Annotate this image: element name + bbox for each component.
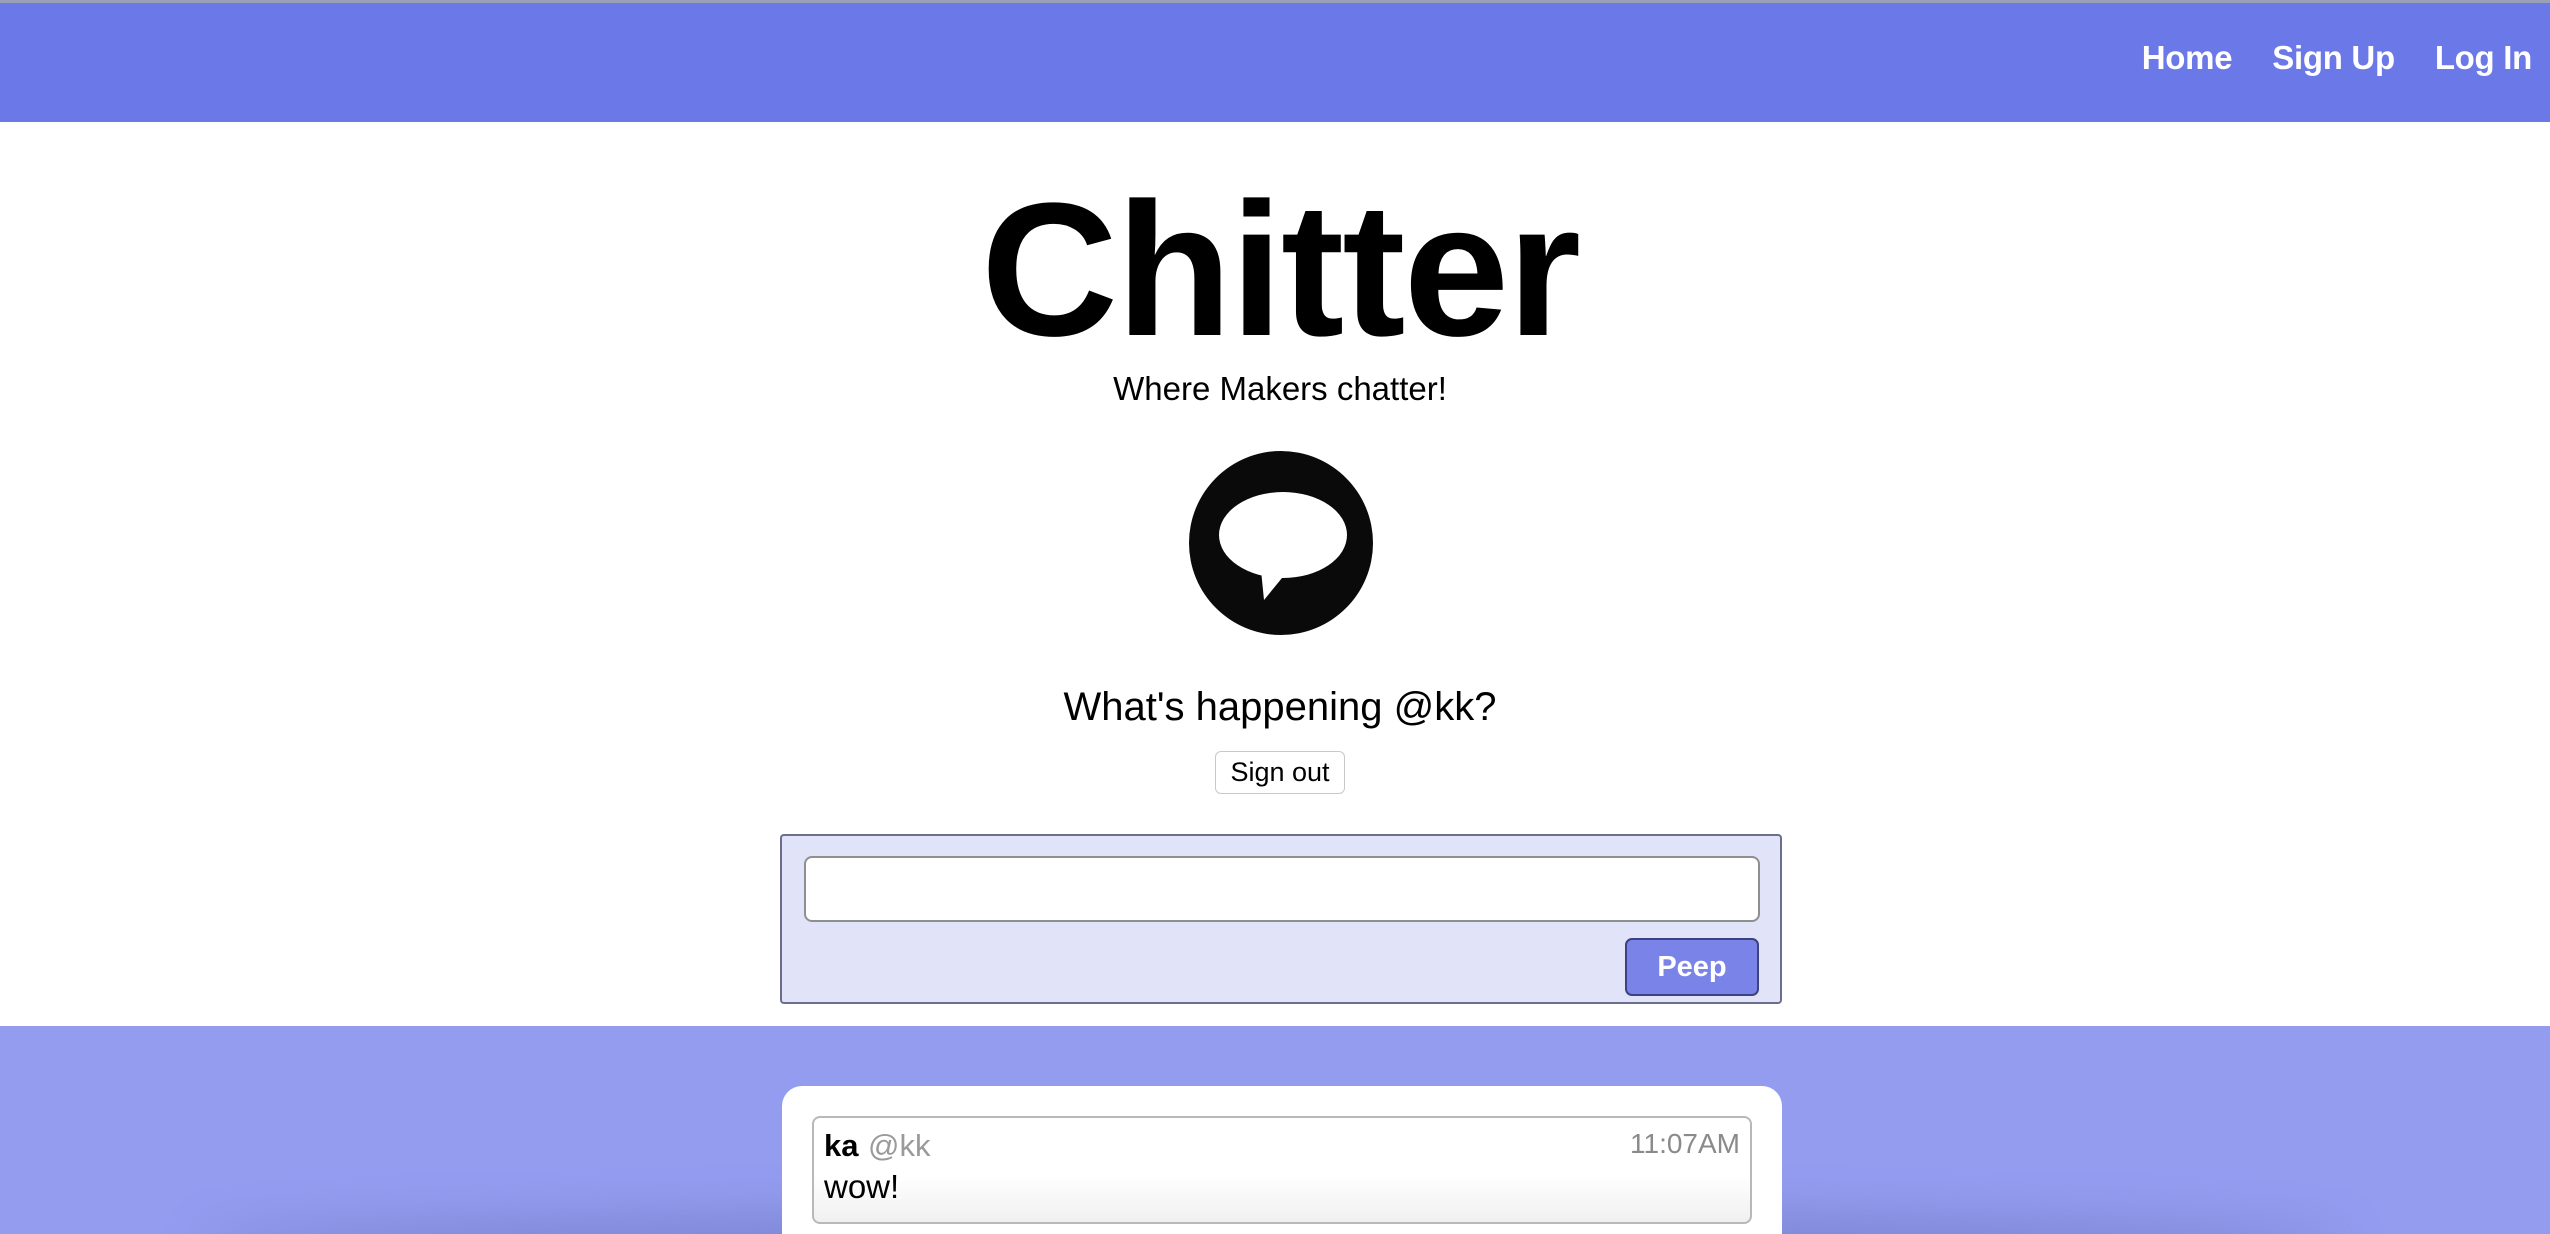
top-navbar: Home Sign Up Log In [0, 0, 2550, 122]
signout-wrapper: Sign out [0, 751, 2550, 794]
speech-bubble-icon [1189, 451, 1373, 635]
peep-author-handle: @kk [868, 1128, 931, 1163]
peep-text: wow! [824, 1168, 900, 1205]
nav-home-link[interactable]: Home [2142, 39, 2233, 77]
feed-card: ka @kk 11:07AM wow! [782, 1086, 1782, 1234]
peep-author-name: ka [824, 1128, 859, 1163]
sign-out-button[interactable]: Sign out [1215, 751, 1345, 794]
peep-item: ka @kk 11:07AM wow! [812, 1116, 1752, 1224]
nav-login-link[interactable]: Log In [2435, 39, 2532, 77]
page: Home Sign Up Log In Chitter Where Makers… [0, 0, 2550, 1234]
peep-feed: ka @kk 11:07AM wow! [0, 1026, 2550, 1234]
nav-links: Home Sign Up Log In [2142, 39, 2533, 77]
site-subtitle: Where Makers chatter! [1113, 370, 1447, 407]
site-title: Chitter [980, 164, 1581, 376]
peep-timestamp: 11:07AM [1630, 1128, 1740, 1159]
peep-input[interactable] [804, 856, 1760, 922]
peep-button[interactable]: Peep [1625, 938, 1759, 996]
nav-signup-link[interactable]: Sign Up [2272, 39, 2395, 77]
compose-peep-form: Peep [780, 834, 1782, 1004]
greeting-text: What's happening @kk? [1063, 685, 1497, 729]
